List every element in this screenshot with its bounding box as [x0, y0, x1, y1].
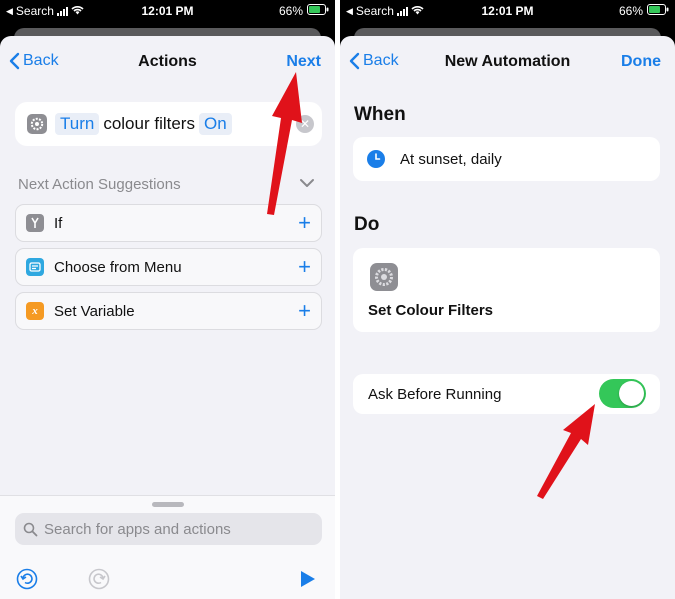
automation-sheet: Back New Automation Done When At sunset,… [340, 36, 675, 599]
ask-before-running-label: Ask Before Running [368, 386, 502, 403]
suggestion-label: If [54, 214, 63, 232]
settings-gear-icon [370, 263, 398, 291]
toggle-knob [619, 381, 644, 406]
suggestion-set-variable[interactable]: x Set Variable + [15, 292, 322, 330]
battery-icon [647, 4, 669, 18]
remove-action-button[interactable]: ✕ [296, 115, 314, 133]
action-card[interactable]: Set Colour Filters [353, 248, 660, 332]
suggestions-title: Next Action Suggestions [18, 176, 181, 193]
action-text: colour filters [103, 114, 195, 133]
turn-token[interactable]: Turn [55, 113, 100, 135]
suggestions-header[interactable]: Next Action Suggestions [18, 176, 315, 196]
clock-icon [367, 150, 385, 168]
status-battery-text: 66% [618, 4, 643, 18]
redo-icon[interactable] [88, 568, 110, 590]
add-icon[interactable]: + [298, 212, 311, 234]
add-icon[interactable]: + [298, 256, 311, 278]
navigation-bar: Back New Automation Done [340, 36, 675, 88]
status-bar: ◀ Search 12:01 PM 66% [340, 0, 675, 22]
branch-icon [26, 214, 44, 232]
suggestion-label: Set Variable [54, 302, 135, 320]
new-automation-screen: ◀ Search 12:01 PM 66% Back New Automatio… [340, 0, 675, 599]
on-token[interactable]: On [198, 113, 232, 135]
when-heading: When [354, 104, 406, 125]
navigation-bar: Back Actions Next [0, 36, 335, 88]
do-heading: Do [354, 214, 380, 235]
undo-icon[interactable] [16, 568, 38, 590]
page-title: Actions [138, 53, 197, 70]
chevron-down-icon [300, 179, 314, 187]
battery-icon [307, 4, 329, 18]
status-battery-text: 66% [278, 4, 303, 18]
sheet-grabber[interactable] [152, 502, 184, 507]
suggestion-label: Choose from Menu [54, 258, 182, 276]
suggestion-if[interactable]: If + [15, 204, 322, 242]
search-icon [23, 522, 38, 536]
ask-before-running-row: Ask Before Running [353, 374, 660, 414]
actions-sheet: Back Actions Next Turn colour filters On… [0, 36, 335, 599]
next-button[interactable]: Next [286, 53, 321, 71]
add-icon[interactable]: + [298, 300, 311, 322]
suggestion-choose-from-menu[interactable]: Choose from Menu + [15, 248, 322, 286]
status-bar: ◀ Search 12:01 PM 66% [0, 0, 335, 22]
turn-colour-filters-action[interactable]: Turn colour filters On ✕ [15, 102, 322, 146]
settings-gear-icon [27, 114, 47, 134]
done-button[interactable]: Done [621, 53, 661, 71]
trigger-text: At sunset, daily [400, 151, 502, 168]
actions-screen: ◀ Search 12:01 PM 66% Back Actions Next … [0, 0, 335, 599]
trigger-card[interactable]: At sunset, daily [353, 137, 660, 181]
bottom-panel: Search for apps and actions [0, 495, 335, 599]
ask-before-running-toggle[interactable] [599, 379, 646, 408]
search-input[interactable]: Search for apps and actions [15, 513, 322, 545]
search-placeholder: Search for apps and actions [44, 520, 231, 538]
menu-icon [26, 258, 44, 276]
variable-icon: x [26, 302, 44, 320]
play-icon[interactable] [299, 569, 317, 589]
action-name: Set Colour Filters [368, 302, 494, 319]
